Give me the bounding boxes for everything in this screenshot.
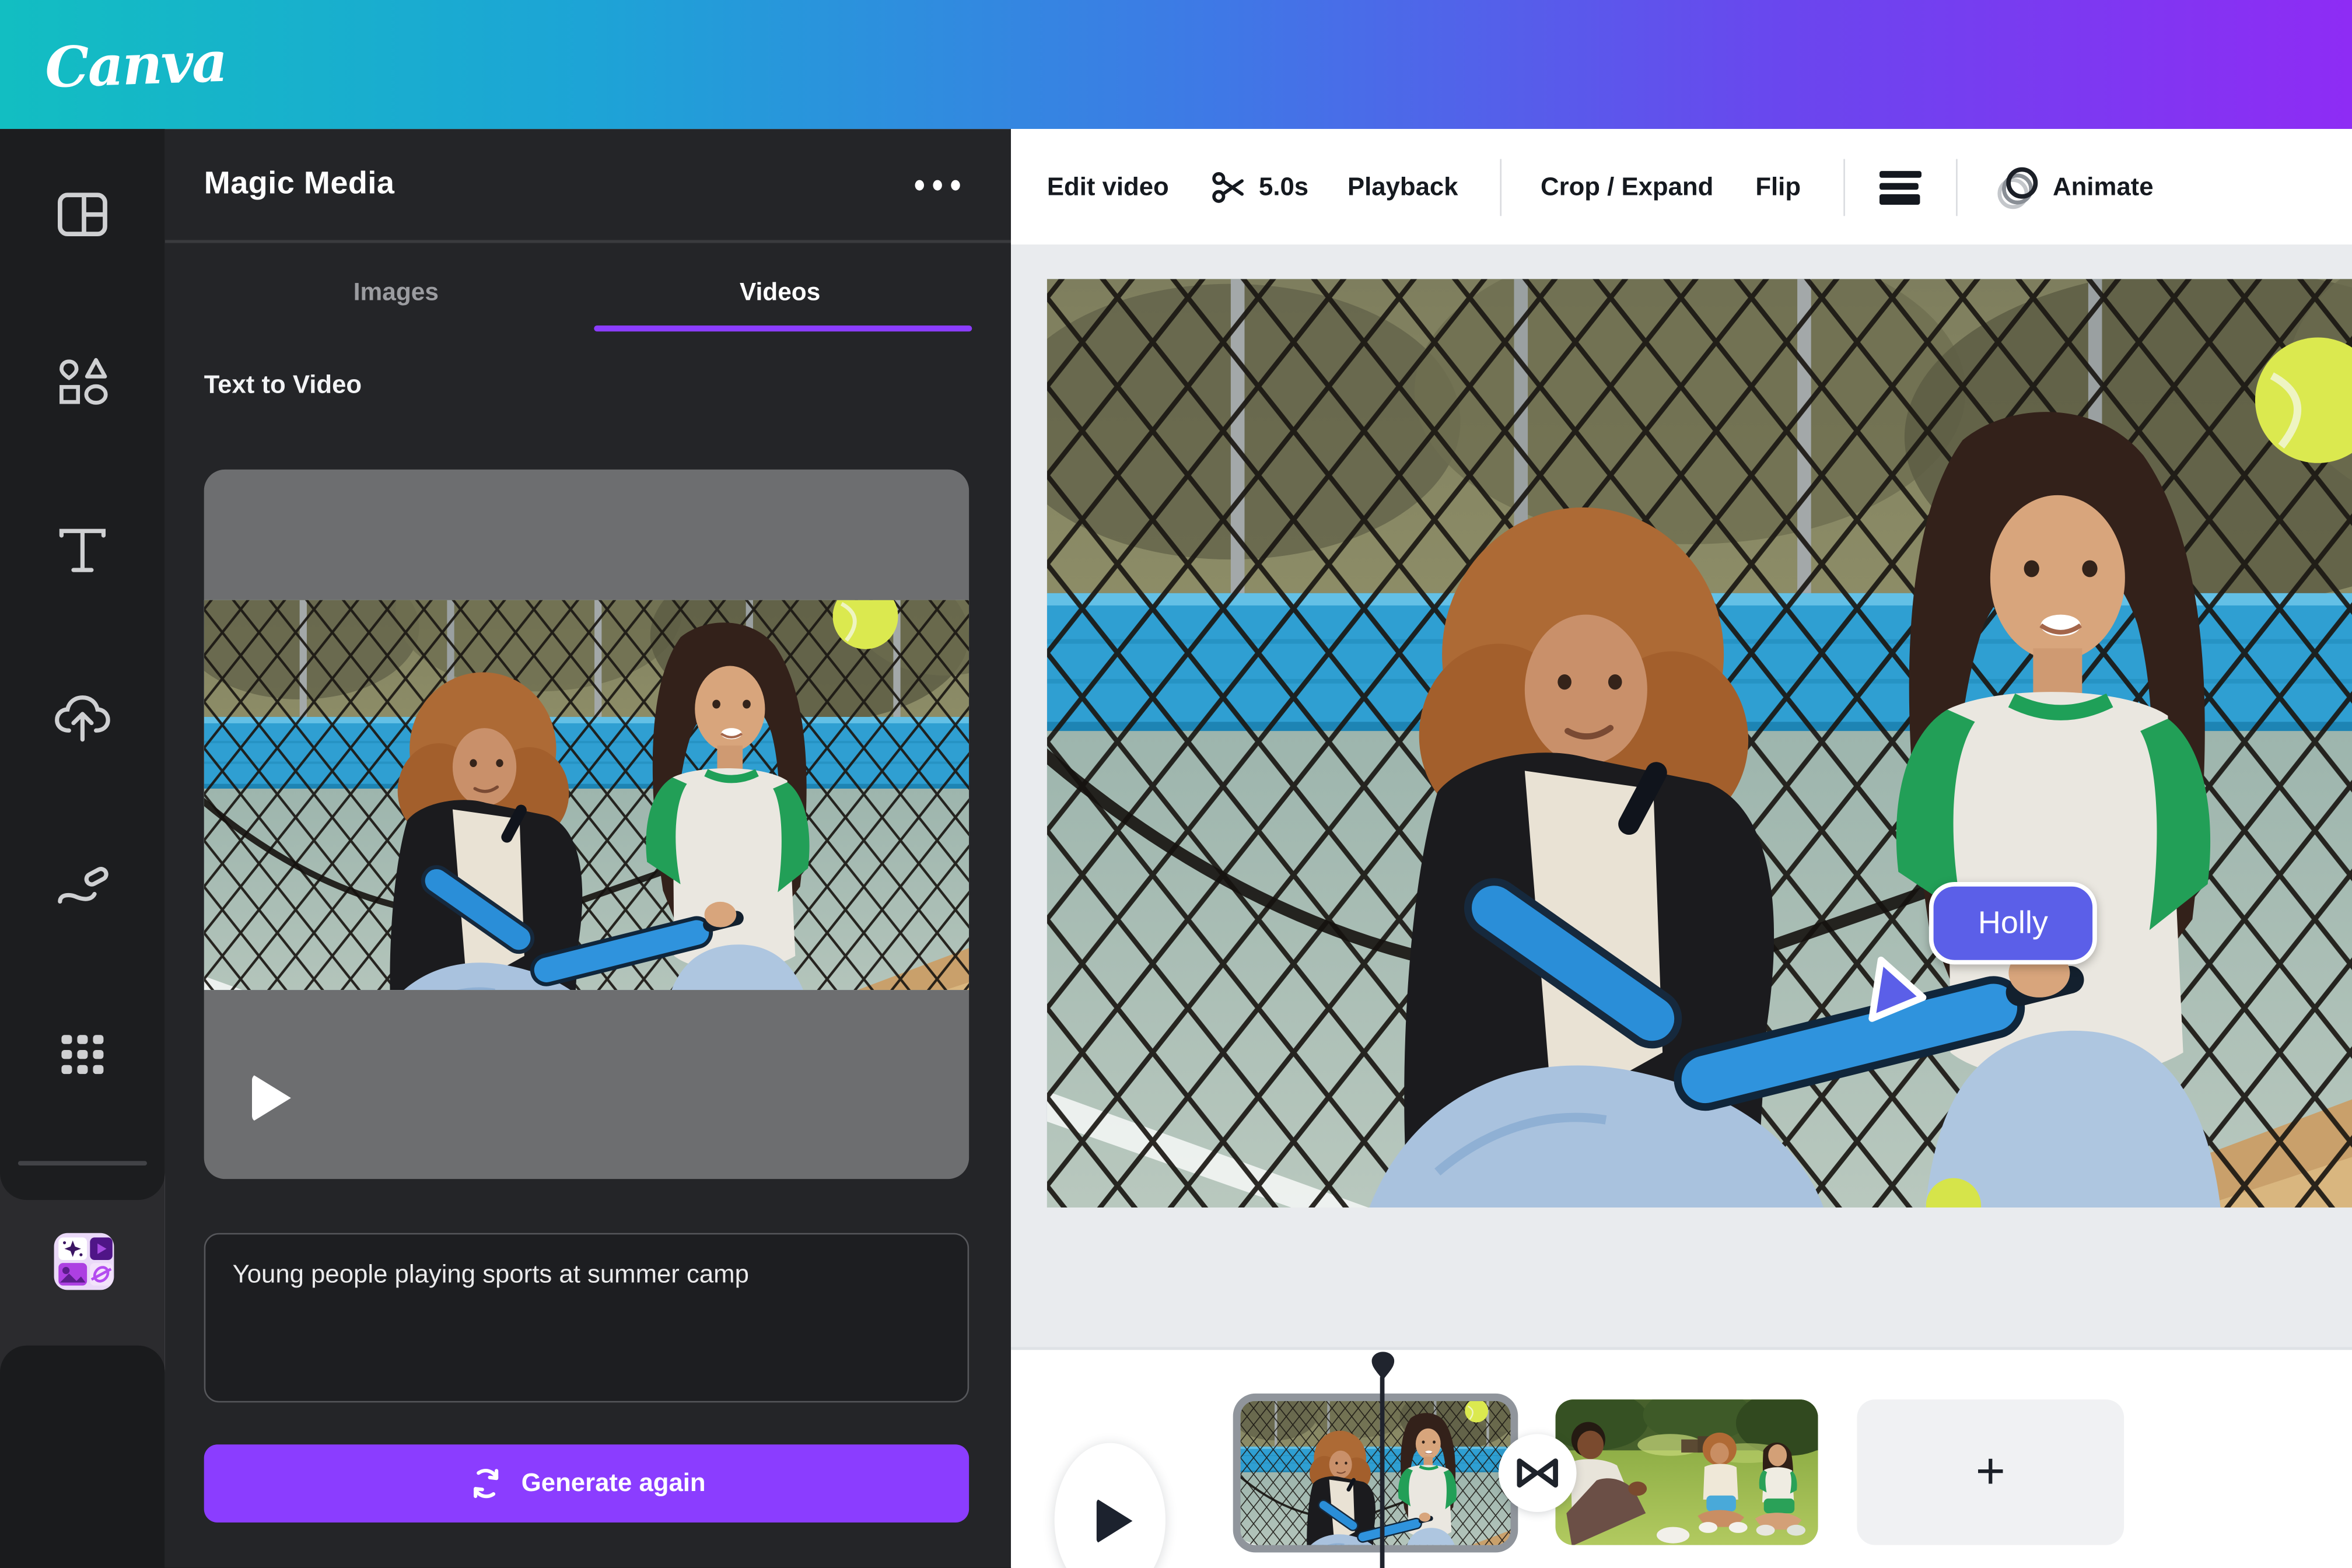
draw-icon	[58, 867, 108, 904]
sidebar-divider	[18, 1161, 147, 1166]
section-title: Text to Video	[204, 370, 362, 399]
editor-main: Edit video 5.0s Playback Crop / Expand F…	[1011, 129, 2352, 1568]
collaborator-name: Holly	[1978, 905, 2048, 940]
regenerate-icon	[473, 1469, 498, 1499]
prompt-input-wrap: Young people playing sports at summer ca…	[204, 1233, 970, 1403]
timeline-clip-2[interactable]	[1555, 1399, 1818, 1545]
tab-bar: Images Videos	[204, 264, 972, 332]
scissors-icon	[1212, 171, 1244, 202]
plus-icon: +	[1975, 1443, 2006, 1500]
position-layers-icon	[1878, 170, 1921, 204]
play-icon[interactable]	[252, 1074, 291, 1122]
magic-media-panel: Magic Media Images Videos Text to Video …	[164, 129, 1012, 1568]
generated-video-preview[interactable]	[204, 469, 970, 1180]
active-tab-underline	[594, 326, 972, 332]
tab-videos[interactable]: Videos	[588, 264, 972, 332]
sidebar-rail	[0, 129, 165, 1568]
playhead-pin[interactable]	[1371, 1352, 1395, 1388]
edit-video-button[interactable]: Edit video	[1047, 172, 1169, 201]
sidebar-item-elements[interactable]	[30, 330, 135, 435]
play-icon	[1096, 1497, 1133, 1543]
more-options-icon[interactable]	[906, 170, 969, 199]
timeline-clip-1-selected[interactable]	[1233, 1393, 1518, 1553]
flip-button[interactable]: Flip	[1755, 172, 1801, 201]
design-canvas	[1011, 244, 2352, 1350]
video-thumbnail	[204, 600, 970, 991]
canva-logo[interactable]: Canva	[44, 29, 227, 101]
crop-expand-button[interactable]: Crop / Expand	[1541, 172, 1713, 201]
playback-button[interactable]: Playback	[1348, 172, 1458, 201]
animate-button[interactable]: Animate	[1993, 163, 2154, 211]
playhead-line[interactable]	[1380, 1376, 1385, 1568]
timeline: +	[1011, 1350, 2352, 1568]
sidebar-item-uploads[interactable]	[30, 666, 135, 771]
transition-bowtie-icon	[1517, 1458, 1558, 1488]
timeline-play-button[interactable]	[1054, 1443, 1166, 1568]
sidebar-item-apps[interactable]	[30, 1002, 135, 1107]
trim-duration-button[interactable]: 5.0s	[1211, 169, 1308, 205]
generate-again-button[interactable]: Generate again	[204, 1444, 970, 1522]
collaborator-cursor-icon	[1860, 951, 1936, 1033]
sidebar-bottom-block	[0, 1345, 165, 1568]
tab-images[interactable]: Images	[204, 264, 588, 332]
panel-title: Magic Media	[204, 166, 395, 201]
generate-again-label: Generate again	[521, 1468, 706, 1497]
panel-divider	[164, 240, 1012, 243]
position-button[interactable]	[1877, 167, 1922, 206]
collaborator-label: Holly	[1929, 882, 2097, 965]
add-clip-button[interactable]: +	[1857, 1399, 2124, 1545]
top-bar: Canva	[0, 0, 2352, 130]
toolbar-divider	[1843, 158, 1845, 215]
context-toolbar: Edit video 5.0s Playback Crop / Expand F…	[1011, 129, 2352, 245]
toolbar-divider	[1500, 158, 1502, 215]
app-window: Canva Magic Media Images Videos Text to …	[0, 0, 2352, 1568]
text-icon	[59, 528, 106, 572]
sidebar-item-text[interactable]	[30, 498, 135, 603]
prompt-input[interactable]: Young people playing sports at summer ca…	[229, 1255, 944, 1380]
sidebar-item-magic-media[interactable]	[54, 1233, 114, 1290]
toolbar-divider	[1955, 158, 1957, 215]
sidebar-item-draw[interactable]	[30, 834, 135, 939]
transition-button[interactable]	[1498, 1434, 1577, 1512]
animate-icon	[1997, 166, 2038, 208]
elements-icon	[60, 358, 108, 405]
upload-cloud-icon	[55, 695, 110, 742]
apps-grid-icon	[61, 1035, 104, 1074]
sidebar-nav	[0, 129, 165, 1200]
design-icon	[58, 192, 107, 236]
canvas-video-frame[interactable]	[1046, 279, 2352, 1208]
sidebar-item-design[interactable]	[30, 162, 135, 267]
